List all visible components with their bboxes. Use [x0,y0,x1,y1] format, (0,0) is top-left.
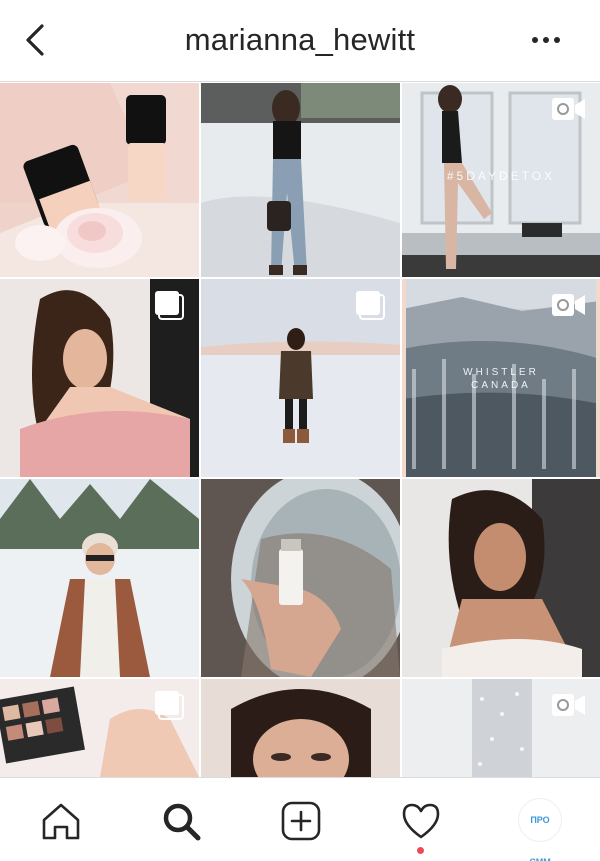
video-icon [552,294,585,316]
video-icon [552,694,585,716]
more-options-button[interactable] [530,30,564,50]
post-eyeshadow-palette[interactable] [0,679,199,777]
carousel-icon [155,291,184,320]
post-overlay-title: WHISTLER [463,367,539,378]
perfume-airplane-image [201,479,400,677]
bottom-tab-bar: ПРО СММ [0,777,600,861]
posts-grid: #5DAYDETOX WHISTLER CANADA [0,83,600,777]
post-woman-makeup[interactable] [201,679,400,777]
tab-profile[interactable]: ПРО СММ [480,778,600,861]
woman-portrait-image [402,479,600,677]
post-overlay-text: #5DAYDETOX [446,169,556,183]
post-woman-pink-sweater[interactable] [0,279,199,477]
post-whistler-forest[interactable]: WHISTLER CANADA [402,279,600,477]
woman-walking-snow-image [201,83,400,277]
post-woman-snowfield[interactable] [201,279,400,477]
post-gym-workout[interactable]: #5DAYDETOX [402,83,600,277]
heart-icon [402,803,440,839]
profile-username: marianna_hewitt [184,22,416,57]
post-woman-beanie-snow[interactable] [0,479,199,677]
activity-notification-dot [417,847,424,854]
post-overlay-subtitle: CANADA [471,380,531,391]
post-glitter-bottle[interactable] [402,679,600,777]
video-icon [552,98,585,120]
carousel-icon [356,291,385,320]
woman-beanie-snow-image [0,479,199,677]
tab-home[interactable] [0,778,120,861]
woman-makeup-image [201,679,400,777]
post-foundation-bottles[interactable] [0,83,199,277]
more-horizontal-icon [532,37,560,43]
tab-add-post[interactable] [240,778,360,861]
foundation-bottles-image [0,83,199,277]
profile-avatar: ПРО СММ [518,798,562,861]
carousel-icon [155,691,184,720]
post-woman-walking-snow[interactable] [201,83,400,277]
add-post-icon [281,801,321,841]
tab-search[interactable] [120,778,240,861]
search-icon [163,803,201,841]
post-perfume-airplane[interactable] [201,479,400,677]
post-woman-portrait[interactable] [402,479,600,677]
tab-activity[interactable] [360,778,480,861]
profile-header: marianna_hewitt [0,0,600,82]
home-icon [42,803,80,840]
